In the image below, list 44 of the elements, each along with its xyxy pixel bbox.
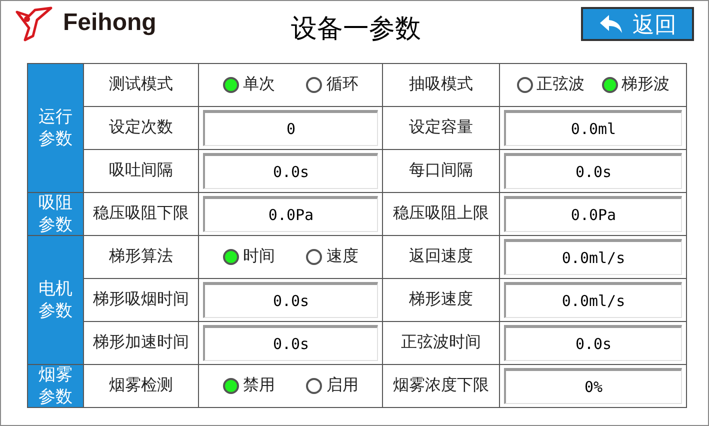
parameter-label: 梯形算法 [109, 246, 173, 267]
parameter-label: 测试模式 [109, 74, 173, 95]
input-field[interactable]: 0.0ml/s [504, 282, 682, 318]
logo-text: Feihong [63, 8, 156, 38]
logo-icon [15, 6, 53, 42]
parameter-label: 烟雾浓度下限 [393, 376, 489, 396]
input-field[interactable]: 0.0s [203, 153, 378, 189]
parameter-label: 梯形加速时间 [93, 332, 189, 353]
parameter-label: 烟雾检测 [109, 376, 173, 396]
parameter-label: 梯形吸烟时间 [93, 290, 189, 310]
parameter-label: 设定次数 [109, 118, 173, 138]
group-title: 电机参数 [38, 278, 74, 322]
radio-option[interactable]: 速度 [306, 245, 358, 269]
parameter-label: 稳压吸阻上限 [393, 204, 489, 224]
page-title: 设备一参数 [291, 12, 421, 45]
parameter-label: 梯形速度 [409, 290, 473, 310]
input-field[interactable]: 0.0Pa [203, 196, 378, 232]
parameter-label: 抽吸模式 [409, 74, 473, 95]
radio-option[interactable]: 禁用 [222, 374, 275, 398]
back-arrow-icon [598, 14, 624, 34]
parameter-label: 吸吐间隔 [109, 160, 173, 181]
parameter-label: 稳压吸阻下限 [93, 204, 189, 224]
group-title: 吸阻参数 [38, 192, 74, 236]
input-field[interactable]: 0 [203, 110, 378, 146]
input-field[interactable]: 0.0Pa [504, 196, 682, 232]
parameter-label: 设定容量 [409, 118, 473, 138]
radio-option[interactable]: 循环 [306, 73, 358, 97]
radio-option[interactable]: 启用 [306, 374, 358, 398]
group-title: 运行参数 [38, 106, 74, 150]
radio-option[interactable]: 梯形波 [602, 73, 670, 97]
input-field[interactable]: 0% [504, 368, 682, 404]
parameter-label: 每口间隔 [409, 161, 473, 181]
radio-option[interactable]: 单次 [222, 73, 275, 97]
input-field[interactable]: 0.0s [504, 153, 682, 189]
input-field[interactable]: 0.0ml [504, 110, 682, 146]
group-title: 烟雾参数 [38, 364, 74, 408]
radio-option[interactable]: 正弦波 [516, 73, 584, 97]
input-field[interactable]: 0.0s [504, 325, 682, 361]
parameter-label: 返回速度 [409, 246, 473, 267]
parameter-label: 正弦波时间 [401, 332, 481, 353]
input-field[interactable]: 0.0s [203, 282, 378, 318]
input-field[interactable]: 0.0s [203, 325, 378, 361]
radio-option[interactable]: 时间 [222, 245, 275, 269]
input-field[interactable]: 0.0ml/s [504, 239, 682, 275]
